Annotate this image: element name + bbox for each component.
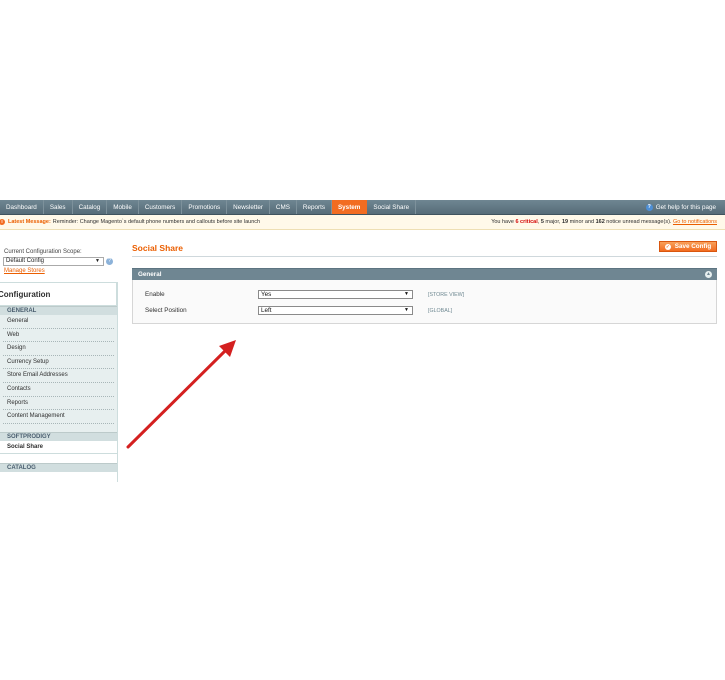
arrow-shaft <box>126 347 229 449</box>
admin-page: Dashboard Sales Catalog Mobile Customers… <box>0 0 725 680</box>
annotation-arrow <box>126 340 236 449</box>
